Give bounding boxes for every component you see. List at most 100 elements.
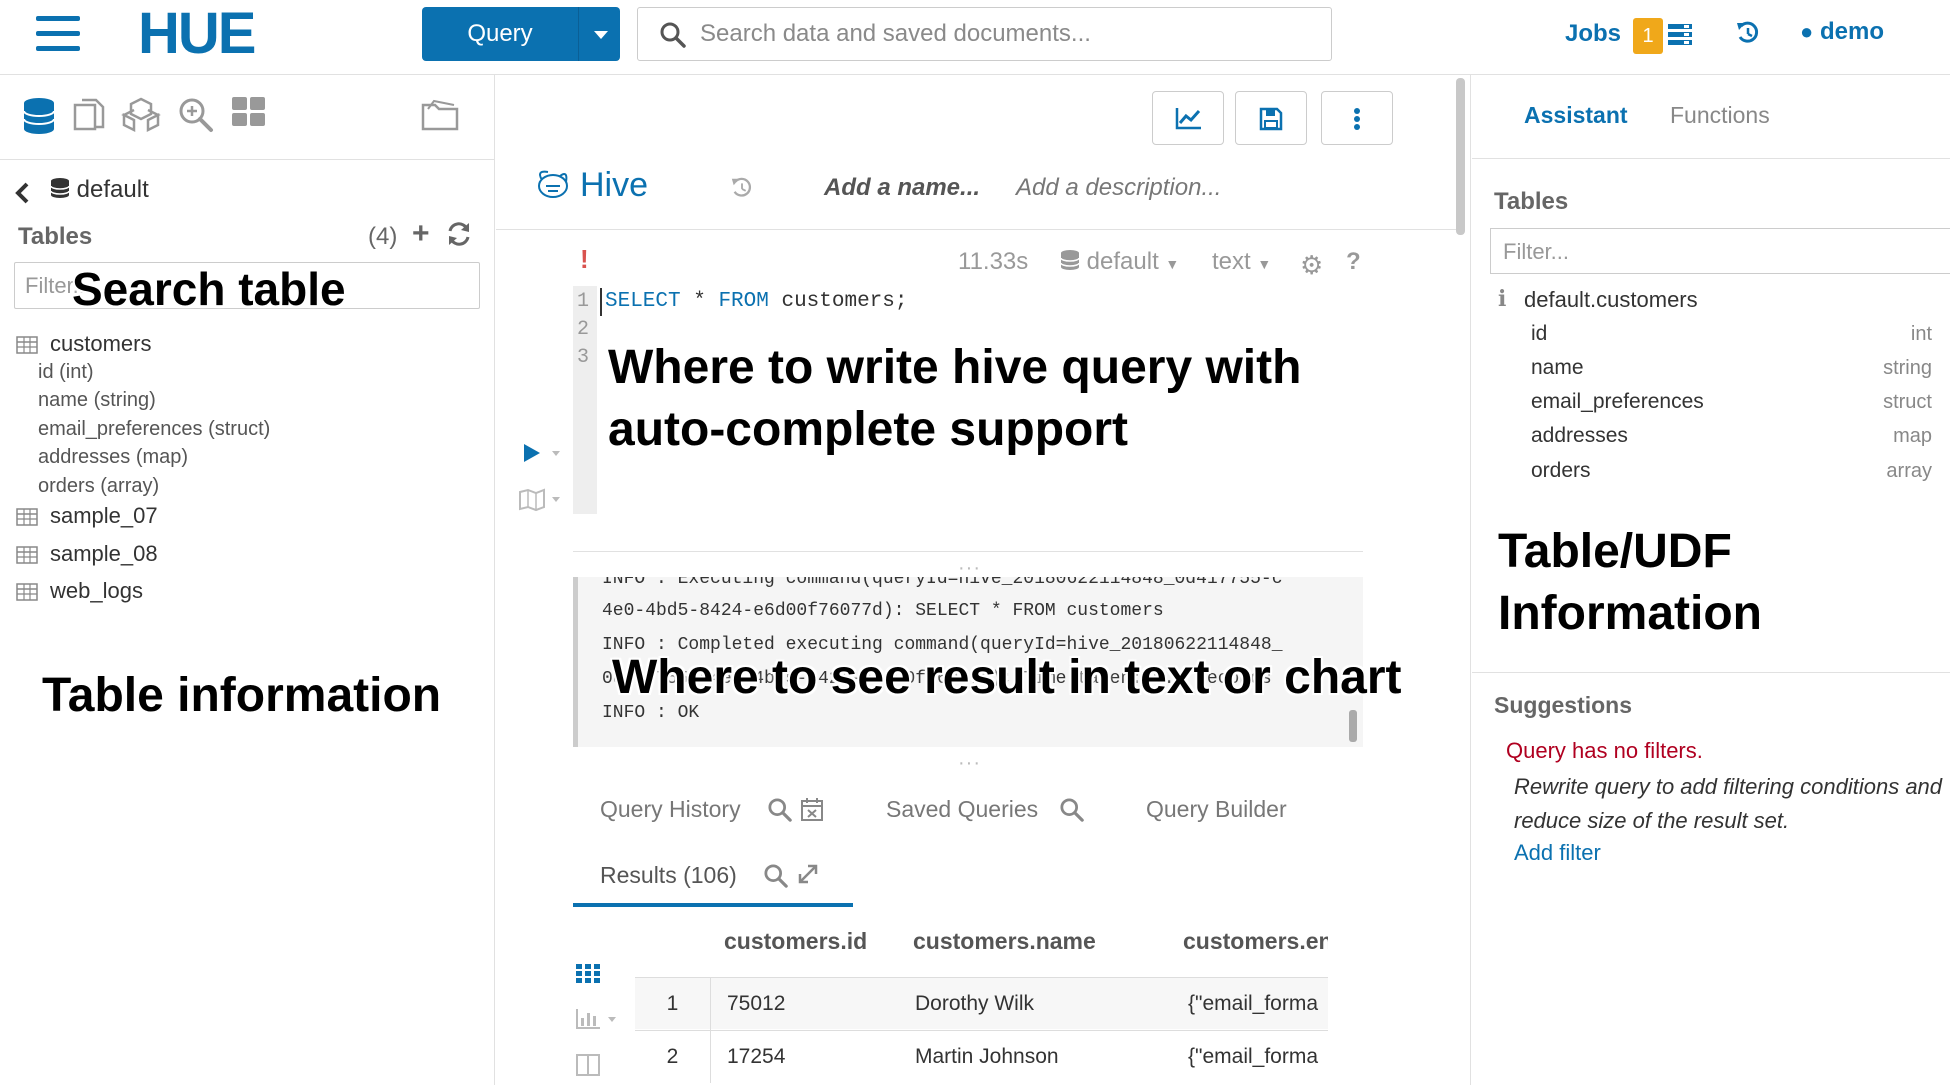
history-icon[interactable] — [1735, 20, 1761, 46]
jobs-count-badge[interactable]: 1 — [1633, 18, 1663, 54]
annotation-query-editor-line2: auto-complete support — [608, 403, 1129, 456]
sql-text: customers; — [768, 290, 908, 313]
table-item-sample-08[interactable]: sample_08 — [16, 541, 158, 567]
log-line: INFO : OK — [602, 703, 700, 723]
info-icon[interactable]: i — [1498, 286, 1506, 312]
cell-name: Dorothy Wilk — [915, 992, 1035, 1015]
query-editor[interactable]: SELECT * FROM customers; — [605, 290, 907, 313]
add-filter-link[interactable]: Add filter — [1514, 840, 1601, 866]
column-item[interactable]: orders (array) — [38, 475, 159, 498]
right-column-name[interactable]: id — [1531, 322, 1547, 346]
row-index: 2 — [635, 1031, 711, 1083]
rewrite-suggestion: Rewrite query to add filtering condition… — [1514, 774, 1943, 833]
right-column-name[interactable]: addresses — [1531, 424, 1628, 448]
save-button[interactable] — [1235, 91, 1307, 145]
grid-apps-icon[interactable] — [232, 97, 266, 127]
database-small-icon — [1060, 250, 1080, 270]
right-filter[interactable] — [1490, 228, 1950, 274]
editor-divider — [573, 551, 1363, 552]
query-dropdown-caret-icon[interactable] — [578, 7, 620, 61]
tab-query-history[interactable]: Query History — [600, 796, 741, 823]
hamburger-menu-icon[interactable] — [36, 16, 80, 52]
database-icon[interactable] — [22, 97, 56, 135]
back-chevron-icon[interactable] — [14, 181, 30, 205]
column-header[interactable]: customers.id — [724, 928, 867, 955]
user-menu[interactable]: ● demo — [1800, 18, 1884, 46]
folder-open-icon[interactable] — [420, 97, 462, 133]
right-filter-input[interactable] — [1501, 237, 1941, 267]
query-button[interactable]: Query — [422, 7, 620, 61]
tables-heading: Tables — [18, 223, 93, 250]
calendar-icon[interactable] — [800, 796, 824, 822]
column-item[interactable]: addresses (map) — [38, 446, 188, 469]
chart-button[interactable] — [1152, 91, 1224, 145]
table-item-sample-07[interactable]: sample_07 — [16, 503, 158, 529]
annotation-udf-line1: Table/UDF — [1498, 525, 1732, 578]
snippet-history-icon[interactable] — [730, 176, 754, 200]
chevron-down-icon: ▼ — [1165, 256, 1180, 272]
gear-icon[interactable]: ⚙ — [1300, 250, 1323, 281]
query-name-field[interactable]: Add a name... — [824, 174, 980, 202]
columns-icon[interactable] — [576, 1054, 600, 1076]
cell-email: {"email_forma — [1188, 1045, 1319, 1068]
no-filters-warning: Query has no filters. — [1506, 738, 1703, 763]
table-row[interactable]: 2 17254 Martin Johnson {"email_forma — [635, 1030, 1328, 1083]
table-icon — [16, 336, 38, 354]
database-breadcrumb[interactable]: default — [50, 176, 149, 204]
right-column-name[interactable]: orders — [1531, 459, 1591, 483]
refresh-icon[interactable] — [446, 221, 472, 247]
add-table-icon[interactable]: + — [412, 217, 430, 251]
search-icon[interactable] — [768, 798, 792, 822]
search-icon[interactable] — [764, 864, 788, 888]
jobs-list-icon[interactable] — [1668, 24, 1692, 46]
database-selector[interactable]: default ▼ — [1060, 248, 1179, 276]
execute-play-icon[interactable] — [522, 442, 562, 464]
annotation-search-table: Search table — [72, 263, 346, 315]
column-header[interactable]: customers.name — [913, 928, 1096, 955]
expand-icon[interactable] — [796, 862, 820, 886]
tab-saved-queries[interactable]: Saved Queries — [886, 796, 1038, 823]
grid-view-icon[interactable] — [576, 964, 600, 984]
right-column-name[interactable]: name — [1531, 356, 1584, 380]
help-icon[interactable]: ? — [1346, 248, 1361, 276]
bar-chart-icon[interactable] — [576, 1008, 620, 1030]
column-item[interactable]: email_preferences (struct) — [38, 418, 270, 441]
search-input[interactable] — [698, 16, 1318, 52]
table-item-web-logs[interactable]: web_logs — [16, 578, 143, 604]
editor-scrollbar[interactable] — [1456, 78, 1465, 235]
query-description-field[interactable]: Add a description... — [1016, 174, 1221, 202]
log-scrollbar[interactable] — [1349, 710, 1357, 742]
hue-logo[interactable]: HUE — [138, 4, 256, 64]
chevron-down-icon: ▼ — [1257, 256, 1272, 272]
tab-results[interactable]: Results (106) — [600, 862, 737, 889]
search-icon[interactable] — [1060, 798, 1084, 822]
zoom-search-icon[interactable] — [178, 97, 214, 133]
table-name: sample_07 — [50, 503, 158, 528]
table-row[interactable]: 1 75012 Dorothy Wilk {"email_forma — [635, 977, 1328, 1030]
column-item[interactable]: name (string) — [38, 389, 156, 412]
column-header[interactable]: customers.en — [1183, 928, 1328, 955]
tab-functions[interactable]: Functions — [1670, 102, 1770, 129]
sql-text: * — [680, 290, 719, 313]
right-table-name[interactable]: default.customers — [1524, 287, 1698, 313]
warning-icon[interactable]: ! — [580, 244, 589, 275]
resize-handle-icon[interactable]: ··· — [958, 752, 981, 775]
table-item-customers[interactable]: customers — [16, 331, 151, 357]
active-tab-indicator — [573, 903, 853, 907]
cell-id: 17254 — [727, 1045, 786, 1068]
row-index: 1 — [635, 978, 711, 1030]
right-column-type: array — [1886, 460, 1932, 482]
right-column-type: int — [1910, 323, 1932, 345]
jobs-link[interactable]: Jobs — [1565, 20, 1621, 48]
log-line: INFO : Executing command(queryId=hive_20… — [602, 577, 1283, 589]
cubes-icon[interactable] — [120, 97, 162, 133]
format-selector[interactable]: text ▼ — [1212, 248, 1271, 276]
tab-query-builder[interactable]: Query Builder — [1146, 796, 1287, 823]
global-search[interactable] — [637, 7, 1332, 61]
explain-map-icon[interactable] — [518, 488, 562, 512]
column-item[interactable]: id (int) — [38, 361, 94, 384]
tab-assistant[interactable]: Assistant — [1524, 102, 1628, 129]
right-column-name[interactable]: email_preferences — [1531, 390, 1704, 414]
documents-icon[interactable] — [72, 97, 108, 133]
more-options-button[interactable] — [1321, 91, 1393, 145]
